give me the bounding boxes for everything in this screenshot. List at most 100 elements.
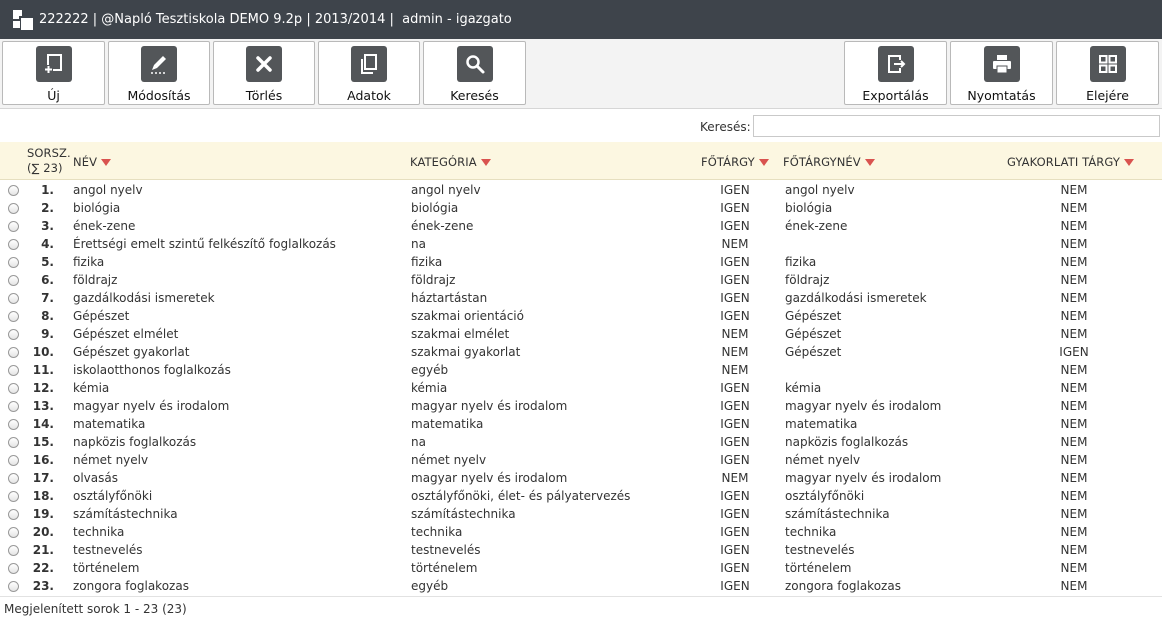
export-button[interactable]: Exportálás <box>844 41 947 105</box>
header-fotargy-label: FŐTÁRGY <box>701 155 755 169</box>
row-category: magyar nyelv és irodalom <box>411 399 568 413</box>
row-select-radio[interactable] <box>8 581 19 592</box>
row-select-radio[interactable] <box>8 203 19 214</box>
table-row[interactable]: 16. német nyelv német nyelv IGEN német nyelv… <box>0 451 1162 469</box>
new-button[interactable]: Új <box>2 41 105 105</box>
row-category: fizika <box>411 255 443 269</box>
table-row[interactable]: 19. számítástechnika számítástechnika IGEN s… <box>0 505 1162 523</box>
table-row[interactable]: 5. fizika fizika IGEN fizika NEM <box>0 253 1162 271</box>
table-row[interactable]: 2. biológia biológia IGEN biológia NEM <box>0 199 1162 217</box>
table-row[interactable]: 13. magyar nyelv és irodalom magyar nyelv … <box>0 397 1162 415</box>
row-select-radio[interactable] <box>8 239 19 250</box>
row-select-radio[interactable] <box>8 329 19 340</box>
search-button[interactable]: Keresés <box>423 41 526 105</box>
row-fotargy: IGEN <box>720 381 750 395</box>
table-row[interactable]: 12. kémia kémia IGEN kémia NEM <box>0 379 1162 397</box>
row-fotargy: NEM <box>721 327 749 341</box>
row-select-radio[interactable] <box>8 185 19 196</box>
header-fotargy[interactable]: FŐTÁRGY <box>701 155 769 169</box>
row-gyakorlati: NEM <box>1060 255 1088 269</box>
top-button[interactable]: Elejére <box>1056 41 1159 105</box>
row-fotargynev: magyar nyelv és irodalom <box>785 471 942 485</box>
row-select-radio[interactable] <box>8 311 19 322</box>
header-category[interactable]: KATEGÓRIA <box>410 155 491 169</box>
header-gyakorlati[interactable]: GYAKORLATI TÁRGY <box>1007 155 1134 169</box>
header-sorsz-count: (∑ 23) <box>27 161 63 175</box>
row-select-radio[interactable] <box>8 275 19 286</box>
row-select-radio[interactable] <box>8 437 19 448</box>
table-row[interactable]: 7. gazdálkodási ismeretek háztartástan IGEN… <box>0 289 1162 307</box>
row-number: 21. <box>32 543 54 557</box>
row-select-radio[interactable] <box>8 365 19 376</box>
row-select-radio[interactable] <box>8 545 19 556</box>
delete-button[interactable]: Törlés <box>213 41 315 105</box>
top-button-label: Elejére <box>1086 88 1129 103</box>
row-select-radio[interactable] <box>8 509 19 520</box>
row-select-radio[interactable] <box>8 383 19 394</box>
row-name: technika <box>73 525 125 539</box>
search-button-label: Keresés <box>450 88 499 103</box>
table-row[interactable]: 17. olvasás magyar nyelv és irodalom NEM mag… <box>0 469 1162 487</box>
row-gyakorlati: NEM <box>1060 273 1088 287</box>
table-row[interactable]: 9. Gépészet elmélet szakmai elmélet NEM Gépé… <box>0 325 1162 343</box>
row-select-radio[interactable] <box>8 419 19 430</box>
row-fotargynev: zongora foglakozas <box>785 579 901 593</box>
row-fotargy: IGEN <box>720 291 750 305</box>
data-button[interactable]: Adatok <box>318 41 420 105</box>
new-document-icon <box>35 46 72 82</box>
row-category: osztályfőnöki, élet- és pályatervezés <box>411 489 631 503</box>
table-row[interactable]: 22. történelem történelem IGEN történelem NEM <box>0 559 1162 577</box>
table-row[interactable]: 20. technika technika IGEN technika NEM <box>0 523 1162 541</box>
table-row[interactable]: 18. osztályfőnöki osztályfőnöki, élet- és … <box>0 487 1162 505</box>
row-fotargy: IGEN <box>720 417 750 431</box>
table-row[interactable]: 8. Gépészet szakmai orientáció IGEN Gépészet… <box>0 307 1162 325</box>
row-select-radio[interactable] <box>8 347 19 358</box>
table-row[interactable]: 4. Érettségi emelt szintű felkészítő fogl… <box>0 235 1162 253</box>
export-button-label: Exportálás <box>862 88 929 103</box>
toolbar: Új Módosítás Törlés Adatok Keresés Expor… <box>0 39 1162 109</box>
row-select-radio[interactable] <box>8 257 19 268</box>
header-name[interactable]: NÉV <box>73 155 112 169</box>
table-row[interactable]: 23. zongora foglakozas egyéb IGEN zongora fo… <box>0 577 1162 595</box>
row-category: egyéb <box>411 363 449 377</box>
print-button[interactable]: Nyomtatás <box>950 41 1053 105</box>
row-select-radio[interactable] <box>8 563 19 574</box>
table-row[interactable]: 15. napközis foglalkozás na IGEN napközis fo… <box>0 433 1162 451</box>
table-row[interactable]: 14. matematika matematika IGEN matematika NEM <box>0 415 1162 433</box>
table-row[interactable]: 21. testnevelés testnevelés IGEN testnevelés… <box>0 541 1162 559</box>
row-select-radio[interactable] <box>8 221 19 232</box>
row-select-radio[interactable] <box>8 455 19 466</box>
export-icon <box>877 46 914 82</box>
header-fotargynev[interactable]: FŐTÁRGYNÉV <box>783 155 875 169</box>
table-row[interactable]: 6. földrajz földrajz IGEN földrajz NEM <box>0 271 1162 289</box>
row-category: földrajz <box>411 273 456 287</box>
row-fotargynev: földrajz <box>785 273 830 287</box>
row-number: 9. <box>41 327 54 341</box>
row-select-radio[interactable] <box>8 527 19 538</box>
table-row[interactable]: 10. Gépészet gyakorlat szakmai gyakorlat NE… <box>0 343 1162 361</box>
row-select-radio[interactable] <box>8 491 19 502</box>
row-gyakorlati: NEM <box>1060 435 1088 449</box>
row-name: kémia <box>73 381 110 395</box>
row-name: zongora foglakozas <box>73 579 189 593</box>
row-number: 16. <box>32 453 54 467</box>
row-category: szakmai orientáció <box>411 309 524 323</box>
row-select-radio[interactable] <box>8 401 19 412</box>
edit-button[interactable]: Módosítás <box>108 41 210 105</box>
table-row[interactable]: 3. ének-zene ének-zene IGEN ének-zene NEM <box>0 217 1162 235</box>
row-name: iskolaotthonos foglalkozás <box>73 363 231 377</box>
edit-button-label: Módosítás <box>127 88 191 103</box>
row-gyakorlati: NEM <box>1060 561 1088 575</box>
row-fotargy: IGEN <box>720 561 750 575</box>
row-gyakorlati: NEM <box>1060 237 1088 251</box>
search-input[interactable] <box>753 115 1160 137</box>
table-row[interactable]: 11. iskolaotthonos foglalkozás egyéb NEM NEM <box>0 361 1162 379</box>
row-category: na <box>411 435 426 449</box>
row-name: Gépészet elmélet <box>73 327 179 341</box>
table-row[interactable]: 1. angol nyelv angol nyelv IGEN angol nyelv N… <box>0 181 1162 199</box>
row-select-radio[interactable] <box>8 473 19 484</box>
search-label: Keresés: <box>700 120 751 134</box>
row-select-radio[interactable] <box>8 293 19 304</box>
row-number: 13. <box>32 399 54 413</box>
row-number: 10. <box>32 345 54 359</box>
